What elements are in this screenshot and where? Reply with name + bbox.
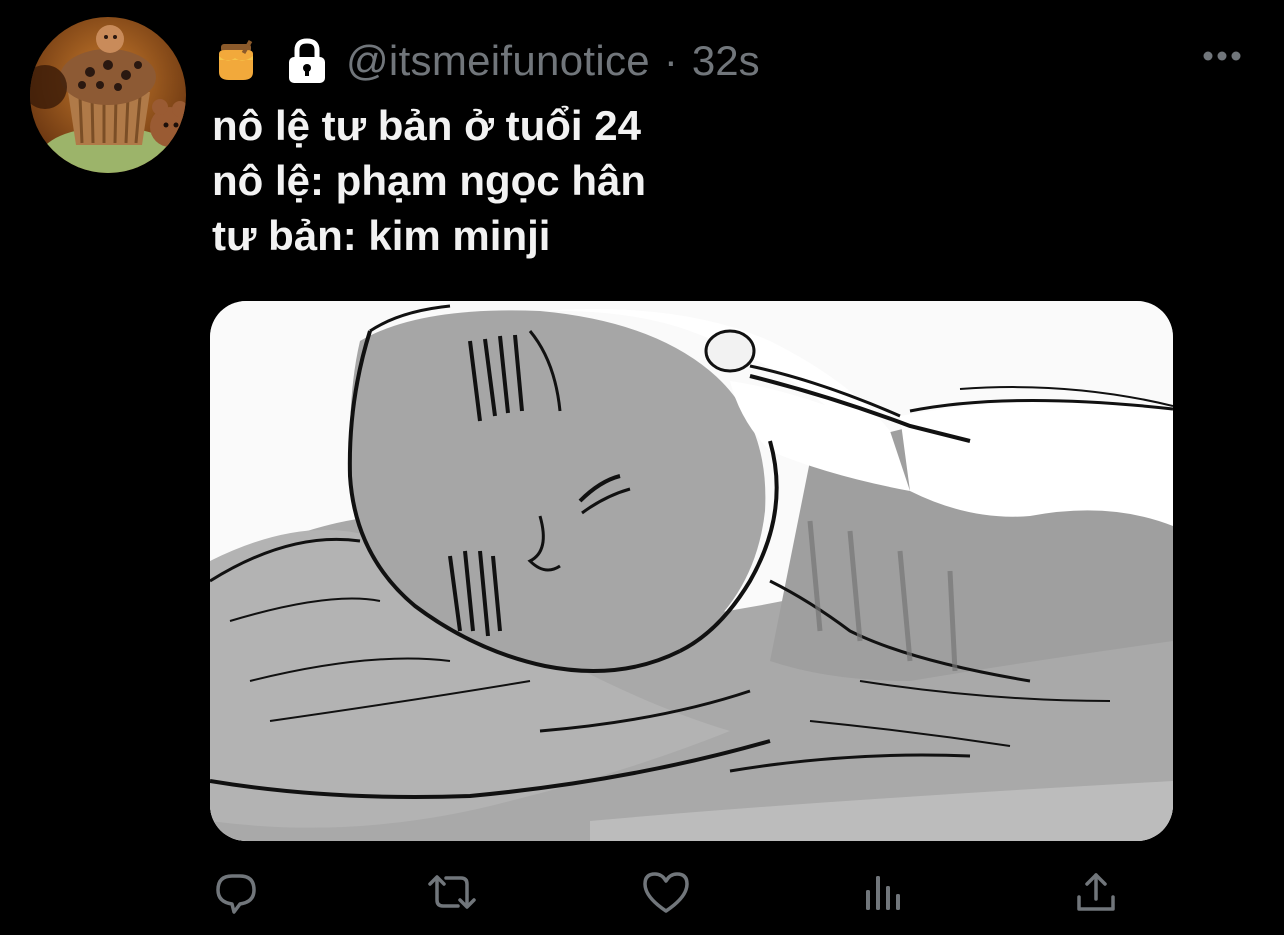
tweet-text: nô lệ tư bản ở tuổi 24 nô lệ: phạm ngọc … — [212, 98, 1212, 263]
honey-pot-icon — [212, 37, 260, 85]
tweet-line: tư bản: kim minji — [212, 212, 551, 259]
tweet-line: nô lệ tư bản ở tuổi 24 — [212, 102, 641, 149]
avatar[interactable] — [30, 17, 186, 173]
share-button[interactable] — [1066, 862, 1126, 922]
reply-button[interactable] — [206, 862, 266, 922]
avatar-image — [30, 17, 186, 173]
analytics-button[interactable] — [852, 862, 912, 922]
header-separator: · — [663, 37, 678, 84]
retweet-icon — [428, 875, 476, 909]
tweet-header: @itsmeifunotice · 32s — [212, 34, 760, 88]
more-options-button[interactable] — [1196, 36, 1248, 76]
more-icon — [1203, 51, 1241, 61]
retweet-button[interactable] — [422, 862, 482, 922]
share-icon — [1077, 873, 1115, 911]
tweet-media-image[interactable] — [210, 301, 1173, 841]
user-handle[interactable]: @itsmeifunotice — [346, 37, 650, 85]
tweet-actions — [210, 862, 1130, 922]
analytics-icon — [866, 876, 900, 910]
timestamp[interactable]: 32s — [692, 37, 760, 85]
reply-icon — [216, 874, 256, 914]
tweet-line: nô lệ: phạm ngọc hân — [212, 157, 647, 204]
like-button[interactable] — [636, 862, 696, 922]
lock-icon — [282, 36, 332, 86]
heart-icon — [643, 872, 689, 913]
tweet: @itsmeifunotice · 32s nô lệ tư bản ở tuổ… — [0, 0, 1284, 935]
